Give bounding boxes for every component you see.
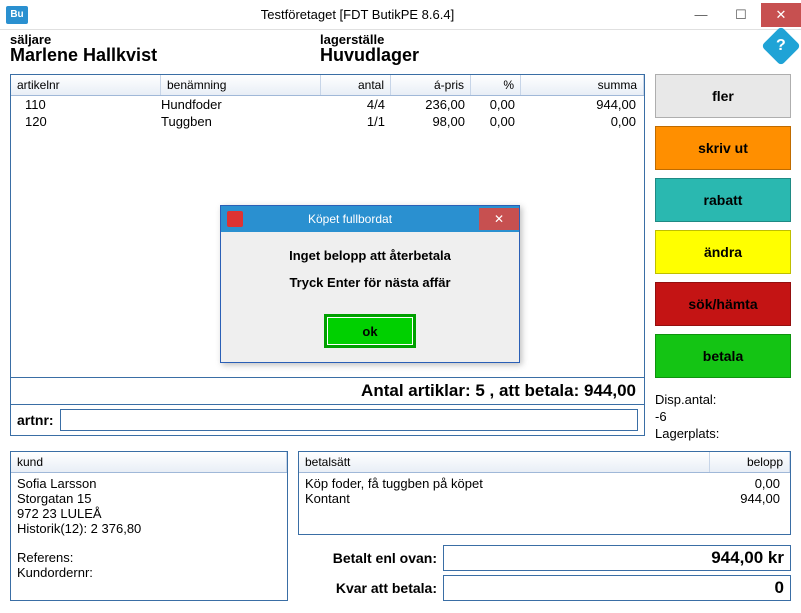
dialog-titlebar: Köpet fullbordat ✕ bbox=[221, 206, 519, 232]
dialog-title: Köpet fullbordat bbox=[251, 212, 479, 226]
dialog-line2: Tryck Enter för nästa affär bbox=[231, 275, 509, 290]
stock-name: Huvudlager bbox=[320, 45, 419, 66]
cell-artikelnr: 120 bbox=[11, 114, 161, 129]
purchase-complete-dialog: Köpet fullbordat ✕ Inget belopp att åter… bbox=[220, 205, 520, 363]
col-summa[interactable]: summa bbox=[521, 75, 644, 95]
grid-footer-summary: Antal artiklar: 5 , att betala: 944,00 bbox=[10, 378, 645, 405]
cell-summa: 944,00 bbox=[521, 97, 644, 112]
customer-addr1: Storgatan 15 bbox=[17, 491, 281, 506]
cell-apris: 98,00 bbox=[391, 114, 471, 129]
col-belopp: belopp bbox=[710, 452, 790, 472]
artnr-row: artnr: bbox=[10, 405, 645, 436]
dialog-icon bbox=[227, 211, 243, 227]
kvar-value: 0 bbox=[443, 575, 791, 601]
rabatt-button[interactable]: rabatt bbox=[655, 178, 791, 222]
sok-hamta-button[interactable]: sök/hämta bbox=[655, 282, 791, 326]
col-betalsatt: betalsätt bbox=[299, 452, 710, 472]
window-close-button[interactable]: ✕ bbox=[761, 3, 801, 27]
customer-addr2: 972 23 LULEÅ bbox=[17, 506, 281, 521]
payment-row[interactable]: Köp foder, få tuggben på köpet 0,00 bbox=[305, 476, 784, 491]
cell-apris: 236,00 bbox=[391, 97, 471, 112]
cell-benamning: Tuggben bbox=[161, 114, 321, 129]
col-artikelnr[interactable]: artikelnr bbox=[11, 75, 161, 95]
table-row[interactable]: 110 Hundfoder 4/4 236,00 0,00 944,00 bbox=[11, 96, 644, 113]
col-kund: kund bbox=[11, 452, 287, 472]
article-grid-header: artikelnr benämning antal á-pris % summa bbox=[11, 75, 644, 96]
dialog-ok-button[interactable]: ok bbox=[324, 314, 416, 348]
referens-label: Referens: bbox=[17, 550, 281, 565]
payment-row[interactable]: Kontant 944,00 bbox=[305, 491, 784, 506]
fler-button[interactable]: fler bbox=[655, 74, 791, 118]
header-row: säljare Marlene Hallkvist lagerställe Hu… bbox=[10, 32, 791, 66]
cell-antal: 1/1 bbox=[321, 114, 391, 129]
window-minimize-button[interactable]: — bbox=[681, 3, 721, 27]
col-benamning[interactable]: benämning bbox=[161, 75, 321, 95]
customer-history: Historik(12): 2 376,80 bbox=[17, 521, 281, 536]
dialog-line1: Inget belopp att återbetala bbox=[231, 248, 509, 263]
col-apris[interactable]: á-pris bbox=[391, 75, 471, 95]
cell-pct: 0,00 bbox=[471, 114, 521, 129]
payment-amount: 0,00 bbox=[704, 476, 784, 491]
cell-antal: 4/4 bbox=[321, 97, 391, 112]
window-title: Testföretaget [FDT ButikPE 8.6.4] bbox=[34, 7, 681, 22]
payment-name: Kontant bbox=[305, 491, 704, 506]
payment-panel: betalsätt belopp Köp foder, få tuggben p… bbox=[298, 451, 791, 535]
seller-name: Marlene Hallkvist bbox=[10, 45, 280, 66]
disp-antal-label: Disp.antal: bbox=[655, 392, 791, 409]
table-row[interactable]: 120 Tuggben 1/1 98,00 0,00 0,00 bbox=[11, 113, 644, 130]
app-icon: Bu bbox=[6, 6, 28, 24]
skriv-ut-button[interactable]: skriv ut bbox=[655, 126, 791, 170]
col-pct[interactable]: % bbox=[471, 75, 521, 95]
main-area: ? säljare Marlene Hallkvist lagerställe … bbox=[0, 30, 801, 607]
cell-summa: 0,00 bbox=[521, 114, 644, 129]
artnr-label: artnr: bbox=[17, 412, 54, 428]
cell-benamning: Hundfoder bbox=[161, 97, 321, 112]
cell-pct: 0,00 bbox=[471, 97, 521, 112]
window-titlebar: Bu Testföretaget [FDT ButikPE 8.6.4] — ☐… bbox=[0, 0, 801, 30]
kundorder-label: Kundordernr: bbox=[17, 565, 281, 580]
window-maximize-button[interactable]: ☐ bbox=[721, 3, 761, 27]
dialog-close-button[interactable]: ✕ bbox=[479, 208, 519, 230]
disp-antal-value: -6 bbox=[655, 409, 791, 426]
betalt-label: Betalt enl ovan: bbox=[298, 550, 443, 566]
betala-button[interactable]: betala bbox=[655, 334, 791, 378]
cell-artikelnr: 110 bbox=[11, 97, 161, 112]
payment-name: Köp foder, få tuggben på köpet bbox=[305, 476, 704, 491]
andra-button[interactable]: ändra bbox=[655, 230, 791, 274]
artnr-input[interactable] bbox=[60, 409, 638, 431]
betalt-value: 944,00 kr bbox=[443, 545, 791, 571]
kvar-label: Kvar att betala: bbox=[298, 580, 443, 596]
lagerplats-label: Lagerplats: bbox=[655, 426, 791, 443]
customer-panel: kund Sofia Larsson Storgatan 15 972 23 L… bbox=[10, 451, 288, 601]
payment-amount: 944,00 bbox=[704, 491, 784, 506]
customer-name: Sofia Larsson bbox=[17, 476, 281, 491]
col-antal[interactable]: antal bbox=[321, 75, 391, 95]
stock-info: Disp.antal: -6 Lagerplats: bbox=[655, 392, 791, 443]
